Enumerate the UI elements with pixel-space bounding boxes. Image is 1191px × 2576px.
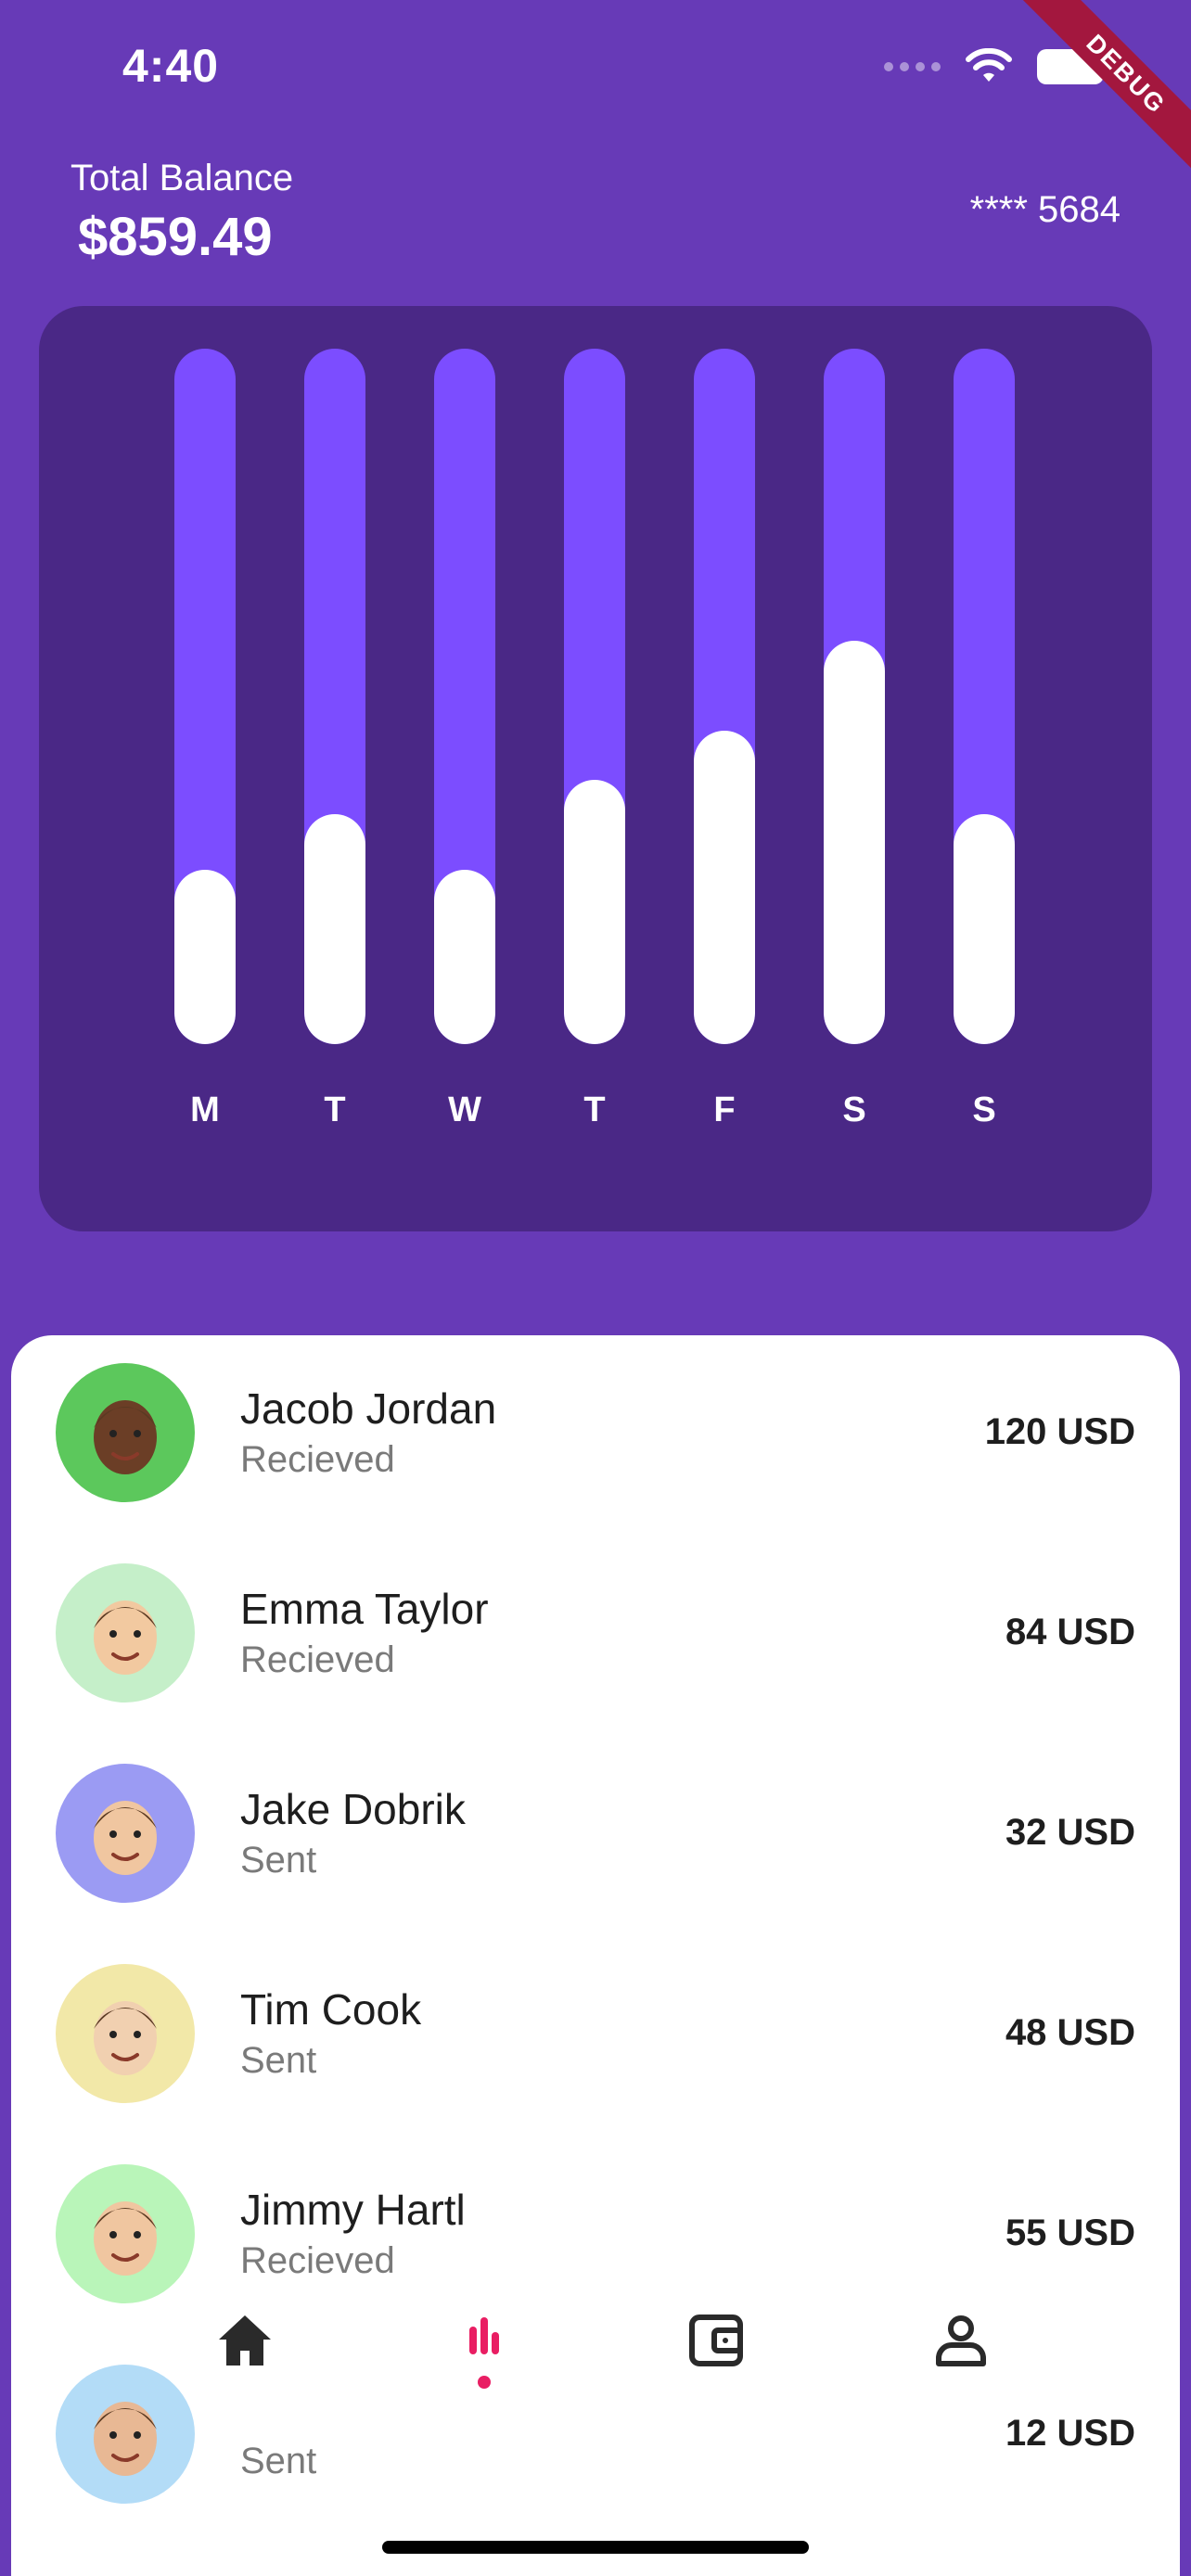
stats-icon bbox=[469, 2317, 499, 2354]
bar-track-6 bbox=[954, 349, 1015, 1044]
day-label-2: W bbox=[448, 1090, 481, 1129]
transaction-status: Recieved bbox=[240, 1439, 395, 1480]
day-label-0: M bbox=[190, 1090, 220, 1129]
bar-2 bbox=[434, 870, 495, 1044]
home-icon bbox=[219, 2315, 271, 2366]
transaction-name: Tim Cook bbox=[240, 1985, 422, 2034]
debug-banner: DEBUG bbox=[993, 0, 1191, 207]
bar-5 bbox=[824, 641, 885, 1044]
avatar bbox=[56, 1964, 195, 2103]
transaction-amount: 84 USD bbox=[1005, 1612, 1135, 1652]
bar-track-1 bbox=[304, 349, 365, 1044]
bar-6 bbox=[954, 814, 1015, 1044]
bar-1 bbox=[304, 814, 365, 1044]
bar-track-3 bbox=[564, 349, 625, 1044]
profile-icon bbox=[936, 2315, 986, 2366]
transaction-row[interactable]: Jacob Jordan Recieved 120 USD bbox=[11, 1335, 1180, 1536]
nav-home[interactable] bbox=[208, 2303, 282, 2378]
avatar bbox=[56, 1363, 195, 1502]
day-label-3: T bbox=[583, 1090, 606, 1129]
bottom-nav bbox=[11, 2272, 1180, 2429]
bar-4 bbox=[694, 731, 755, 1044]
day-label-6: S bbox=[972, 1090, 996, 1129]
bar-track-2 bbox=[434, 349, 495, 1044]
active-indicator bbox=[478, 2376, 491, 2389]
home-indicator[interactable] bbox=[382, 2541, 809, 2554]
bar-track-0 bbox=[174, 349, 236, 1044]
avatar bbox=[56, 1563, 195, 1702]
signal-icon bbox=[884, 62, 941, 71]
transaction-name: Jake Dobrik bbox=[240, 1785, 466, 1833]
day-label-4: F bbox=[713, 1090, 736, 1129]
transaction-status: Sent bbox=[240, 2040, 317, 2081]
wifi-icon bbox=[966, 48, 1012, 82]
status-icons bbox=[884, 48, 1112, 85]
transaction-status: Recieved bbox=[240, 1639, 395, 1680]
transaction-amount: 55 USD bbox=[1005, 2213, 1135, 2253]
transaction-name: Emma Taylor bbox=[240, 1585, 489, 1633]
nav-profile[interactable] bbox=[924, 2303, 998, 2378]
day-label-1: T bbox=[324, 1090, 346, 1129]
bar-0 bbox=[174, 870, 236, 1044]
nav-wallet[interactable] bbox=[679, 2303, 753, 2378]
transaction-amount: 120 USD bbox=[984, 1411, 1135, 1452]
transaction-name: Jacob Jordan bbox=[240, 1384, 497, 1433]
transaction-amount: 48 USD bbox=[1005, 2012, 1135, 2053]
nav-stats[interactable] bbox=[447, 2303, 521, 2389]
wallet-icon bbox=[689, 2315, 743, 2366]
balance-label: Total Balance bbox=[70, 158, 294, 198]
bar-track-4 bbox=[694, 349, 755, 1044]
transaction-status: Sent bbox=[240, 2441, 317, 2481]
transaction-row[interactable]: Emma Taylor Recieved 84 USD bbox=[11, 1536, 1180, 1736]
transaction-name: Jimmy Hartl bbox=[240, 2186, 466, 2234]
day-label-5: S bbox=[842, 1090, 866, 1129]
weekly-chart-card: MTWTFSS bbox=[39, 306, 1152, 1231]
card-number: **** 5684 bbox=[969, 189, 1121, 230]
transaction-status: Sent bbox=[240, 1840, 317, 1881]
bar-track-5 bbox=[824, 349, 885, 1044]
balance-value: $859.49 bbox=[78, 207, 273, 267]
transaction-amount: 32 USD bbox=[1005, 1812, 1135, 1853]
transaction-row[interactable]: Tim Cook Sent 48 USD bbox=[11, 1936, 1180, 2136]
status-time: 4:40 bbox=[122, 40, 220, 92]
avatar bbox=[56, 1764, 195, 1903]
transaction-row[interactable]: Jake Dobrik Sent 32 USD bbox=[11, 1736, 1180, 1936]
bar-3 bbox=[564, 780, 625, 1044]
